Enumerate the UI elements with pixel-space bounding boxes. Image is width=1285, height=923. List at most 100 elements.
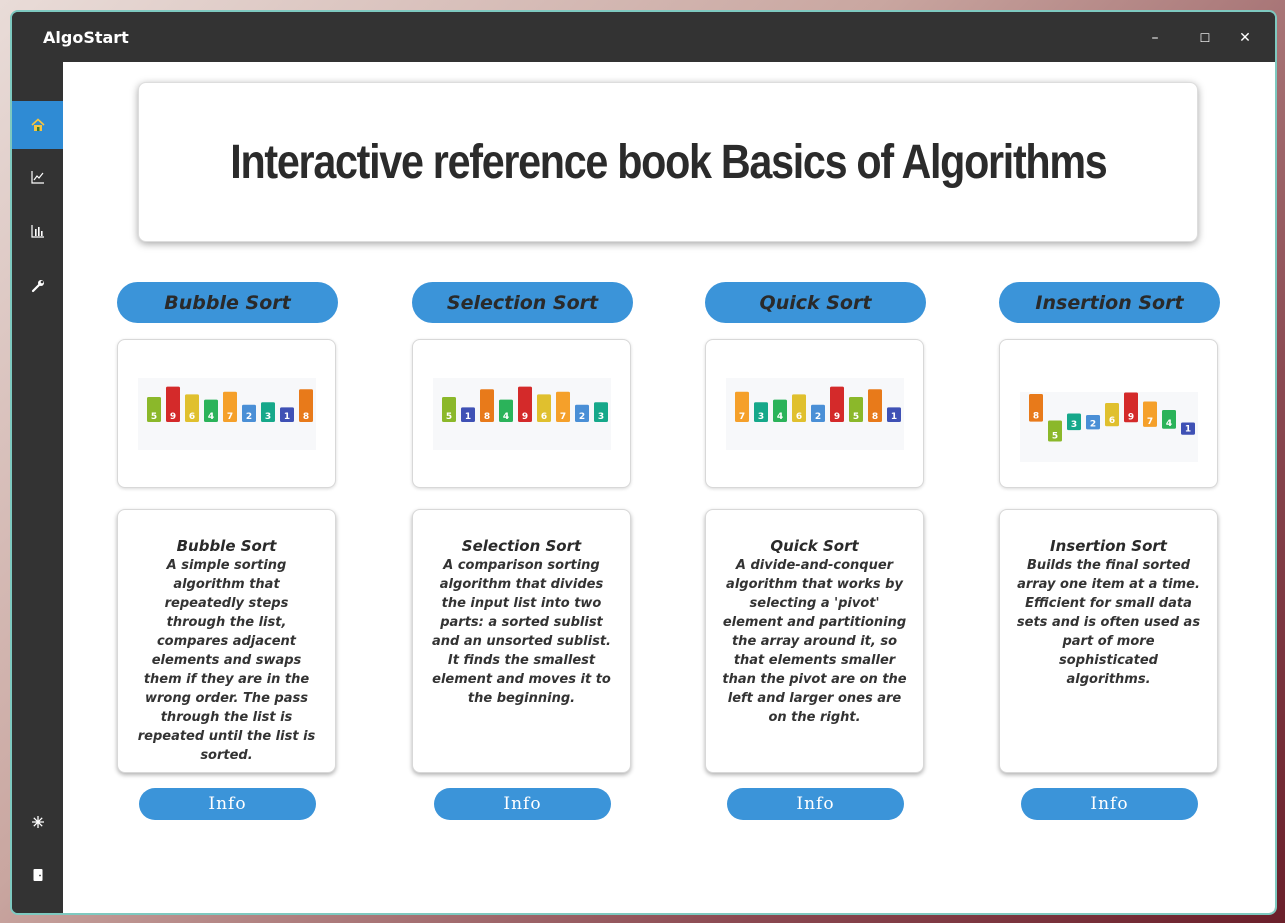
- maximize-button[interactable]: ☐: [1193, 26, 1217, 50]
- algorithm-title-button[interactable]: Selection Sort: [412, 282, 633, 323]
- algorithm-title-button[interactable]: Insertion Sort: [999, 282, 1220, 323]
- sort-bar: 9: [518, 386, 532, 422]
- sort-bar: 1: [461, 407, 475, 422]
- bar-value-label: 5: [446, 412, 452, 422]
- bars-chart: 5 1 8 4 9 6 7 2 3: [433, 378, 611, 450]
- bar-value-label: 7: [227, 412, 233, 422]
- bar-value-label: 9: [1128, 412, 1134, 422]
- sort-bar: 9: [166, 386, 180, 422]
- description-text: A simple sorting algorithm that repeated…: [137, 558, 316, 763]
- sort-bar: 3: [1067, 413, 1081, 431]
- sort-bar: 7: [1143, 401, 1157, 427]
- sidebar-item-home[interactable]: [12, 101, 63, 149]
- sort-bar: 9: [830, 386, 844, 422]
- sort-bar: 7: [735, 391, 749, 422]
- algorithm-illustration: 8 5 3 2 6 9 7 4 1: [999, 339, 1218, 488]
- info-button[interactable]: Info: [1021, 788, 1198, 820]
- sort-bar: 3: [594, 402, 608, 422]
- algorithm-title-button[interactable]: Bubble Sort: [117, 282, 338, 323]
- page-title: Interactive reference book Basics of Alg…: [229, 135, 1107, 189]
- sort-bar: 3: [261, 402, 275, 422]
- hero-banner: Interactive reference book Basics of Alg…: [138, 82, 1198, 242]
- sort-bar: 2: [242, 404, 256, 422]
- sidebar-item-tools[interactable]: [12, 262, 63, 310]
- bar-value-label: 1: [465, 412, 471, 422]
- algorithm-description-card: Bubble Sort A simple sorting algorithm t…: [117, 509, 336, 773]
- sidebar-item-exit[interactable]: [12, 851, 63, 899]
- sort-bar: 2: [1086, 415, 1100, 430]
- bar-chart-icon: [30, 225, 44, 238]
- bar-value-label: 7: [560, 412, 566, 422]
- bar-value-label: 6: [796, 412, 802, 422]
- sort-bar: 5: [1048, 420, 1062, 442]
- sort-bar: 3: [754, 402, 768, 422]
- algorithm-illustration: 5 9 6 4 7 2 3 1 8: [117, 339, 336, 488]
- info-button[interactable]: Info: [727, 788, 904, 820]
- description-title: Quick Sort: [770, 537, 859, 555]
- bar-value-label: 4: [1166, 419, 1172, 429]
- sort-bar: 1: [1181, 422, 1195, 435]
- sidebar: [12, 64, 63, 913]
- sort-bar: 6: [185, 394, 199, 422]
- bar-value-label: 5: [853, 412, 859, 422]
- close-button[interactable]: ✕: [1233, 26, 1257, 50]
- sort-bar: 6: [792, 394, 806, 422]
- sort-bar: 7: [223, 391, 237, 422]
- bar-value-label: 9: [522, 412, 528, 422]
- bar-value-label: 8: [872, 412, 878, 422]
- algorithm-card-insertion-sort: Insertion Sort 8 5 3 2 6 9 7 4 1 Insertion Sort …: [999, 282, 1220, 820]
- sort-bar: 8: [868, 389, 882, 422]
- description-title: Insertion Sort: [1050, 537, 1167, 555]
- algorithm-description-card: Quick Sort A divide-and-conquer algorith…: [705, 509, 924, 773]
- sort-bar: 7: [556, 391, 570, 422]
- bar-value-label: 8: [303, 412, 309, 422]
- home-icon: [30, 118, 45, 131]
- algorithm-title-button[interactable]: Quick Sort: [705, 282, 926, 323]
- algorithm-card-quick-sort: Quick Sort 7 3 4 6 2 9 5 8 1 Quick Sort A divide…: [705, 282, 926, 820]
- bar-value-label: 6: [541, 412, 547, 422]
- sort-bar: 4: [499, 399, 513, 422]
- sidebar-item-theme[interactable]: [12, 798, 63, 846]
- bar-value-label: 7: [739, 412, 745, 422]
- bar-value-label: 4: [777, 412, 783, 422]
- sparkle-icon: [31, 816, 44, 828]
- sort-bar: 5: [849, 397, 863, 422]
- sort-bar: 4: [773, 399, 787, 422]
- bar-value-label: 8: [1033, 412, 1039, 422]
- description-text: Builds the final sorted array one item a…: [1016, 558, 1201, 687]
- sort-bar: 6: [537, 394, 551, 422]
- sort-bar: 9: [1124, 392, 1138, 423]
- line-chart-icon: [30, 171, 44, 184]
- bar-value-label: 5: [1052, 432, 1058, 442]
- wrench-icon: [31, 280, 44, 293]
- sort-bar: 1: [280, 407, 294, 422]
- bar-value-label: 2: [579, 412, 585, 422]
- sort-bar: 6: [1105, 403, 1119, 427]
- bar-value-label: 1: [1185, 425, 1191, 435]
- sidebar-item-statistics[interactable]: [12, 207, 63, 255]
- bar-value-label: 6: [1109, 416, 1115, 426]
- sort-bar: 8: [299, 389, 313, 422]
- bars-chart: 7 3 4 6 2 9 5 8 1: [726, 378, 904, 450]
- info-button[interactable]: Info: [434, 788, 611, 820]
- exit-door-icon: [33, 869, 42, 881]
- algorithm-illustration: 7 3 4 6 2 9 5 8 1: [705, 339, 924, 488]
- bar-value-label: 3: [265, 412, 271, 422]
- minimize-button[interactable]: –: [1143, 26, 1167, 50]
- title-bar[interactable]: AlgoStart – ☐ ✕: [12, 12, 1275, 64]
- bar-value-label: 6: [189, 412, 195, 422]
- sort-bar: 8: [480, 389, 494, 422]
- sort-bar: 1: [887, 407, 901, 422]
- app-window: AlgoStart – ☐ ✕ Interactive reference bo…: [10, 10, 1277, 915]
- bar-value-label: 4: [208, 412, 214, 422]
- bar-value-label: 2: [246, 412, 252, 422]
- sidebar-item-charts[interactable]: [12, 153, 63, 201]
- sort-bar: 8: [1029, 394, 1043, 422]
- info-button[interactable]: Info: [139, 788, 316, 820]
- bars-chart: 5 9 6 4 7 2 3 1 8: [138, 378, 316, 450]
- main-content: Interactive reference book Basics of Alg…: [63, 62, 1275, 913]
- bar-value-label: 4: [503, 412, 509, 422]
- bar-value-label: 3: [758, 412, 764, 422]
- algorithm-description-card: Selection Sort A comparison sorting algo…: [412, 509, 631, 773]
- bar-value-label: 2: [815, 412, 821, 422]
